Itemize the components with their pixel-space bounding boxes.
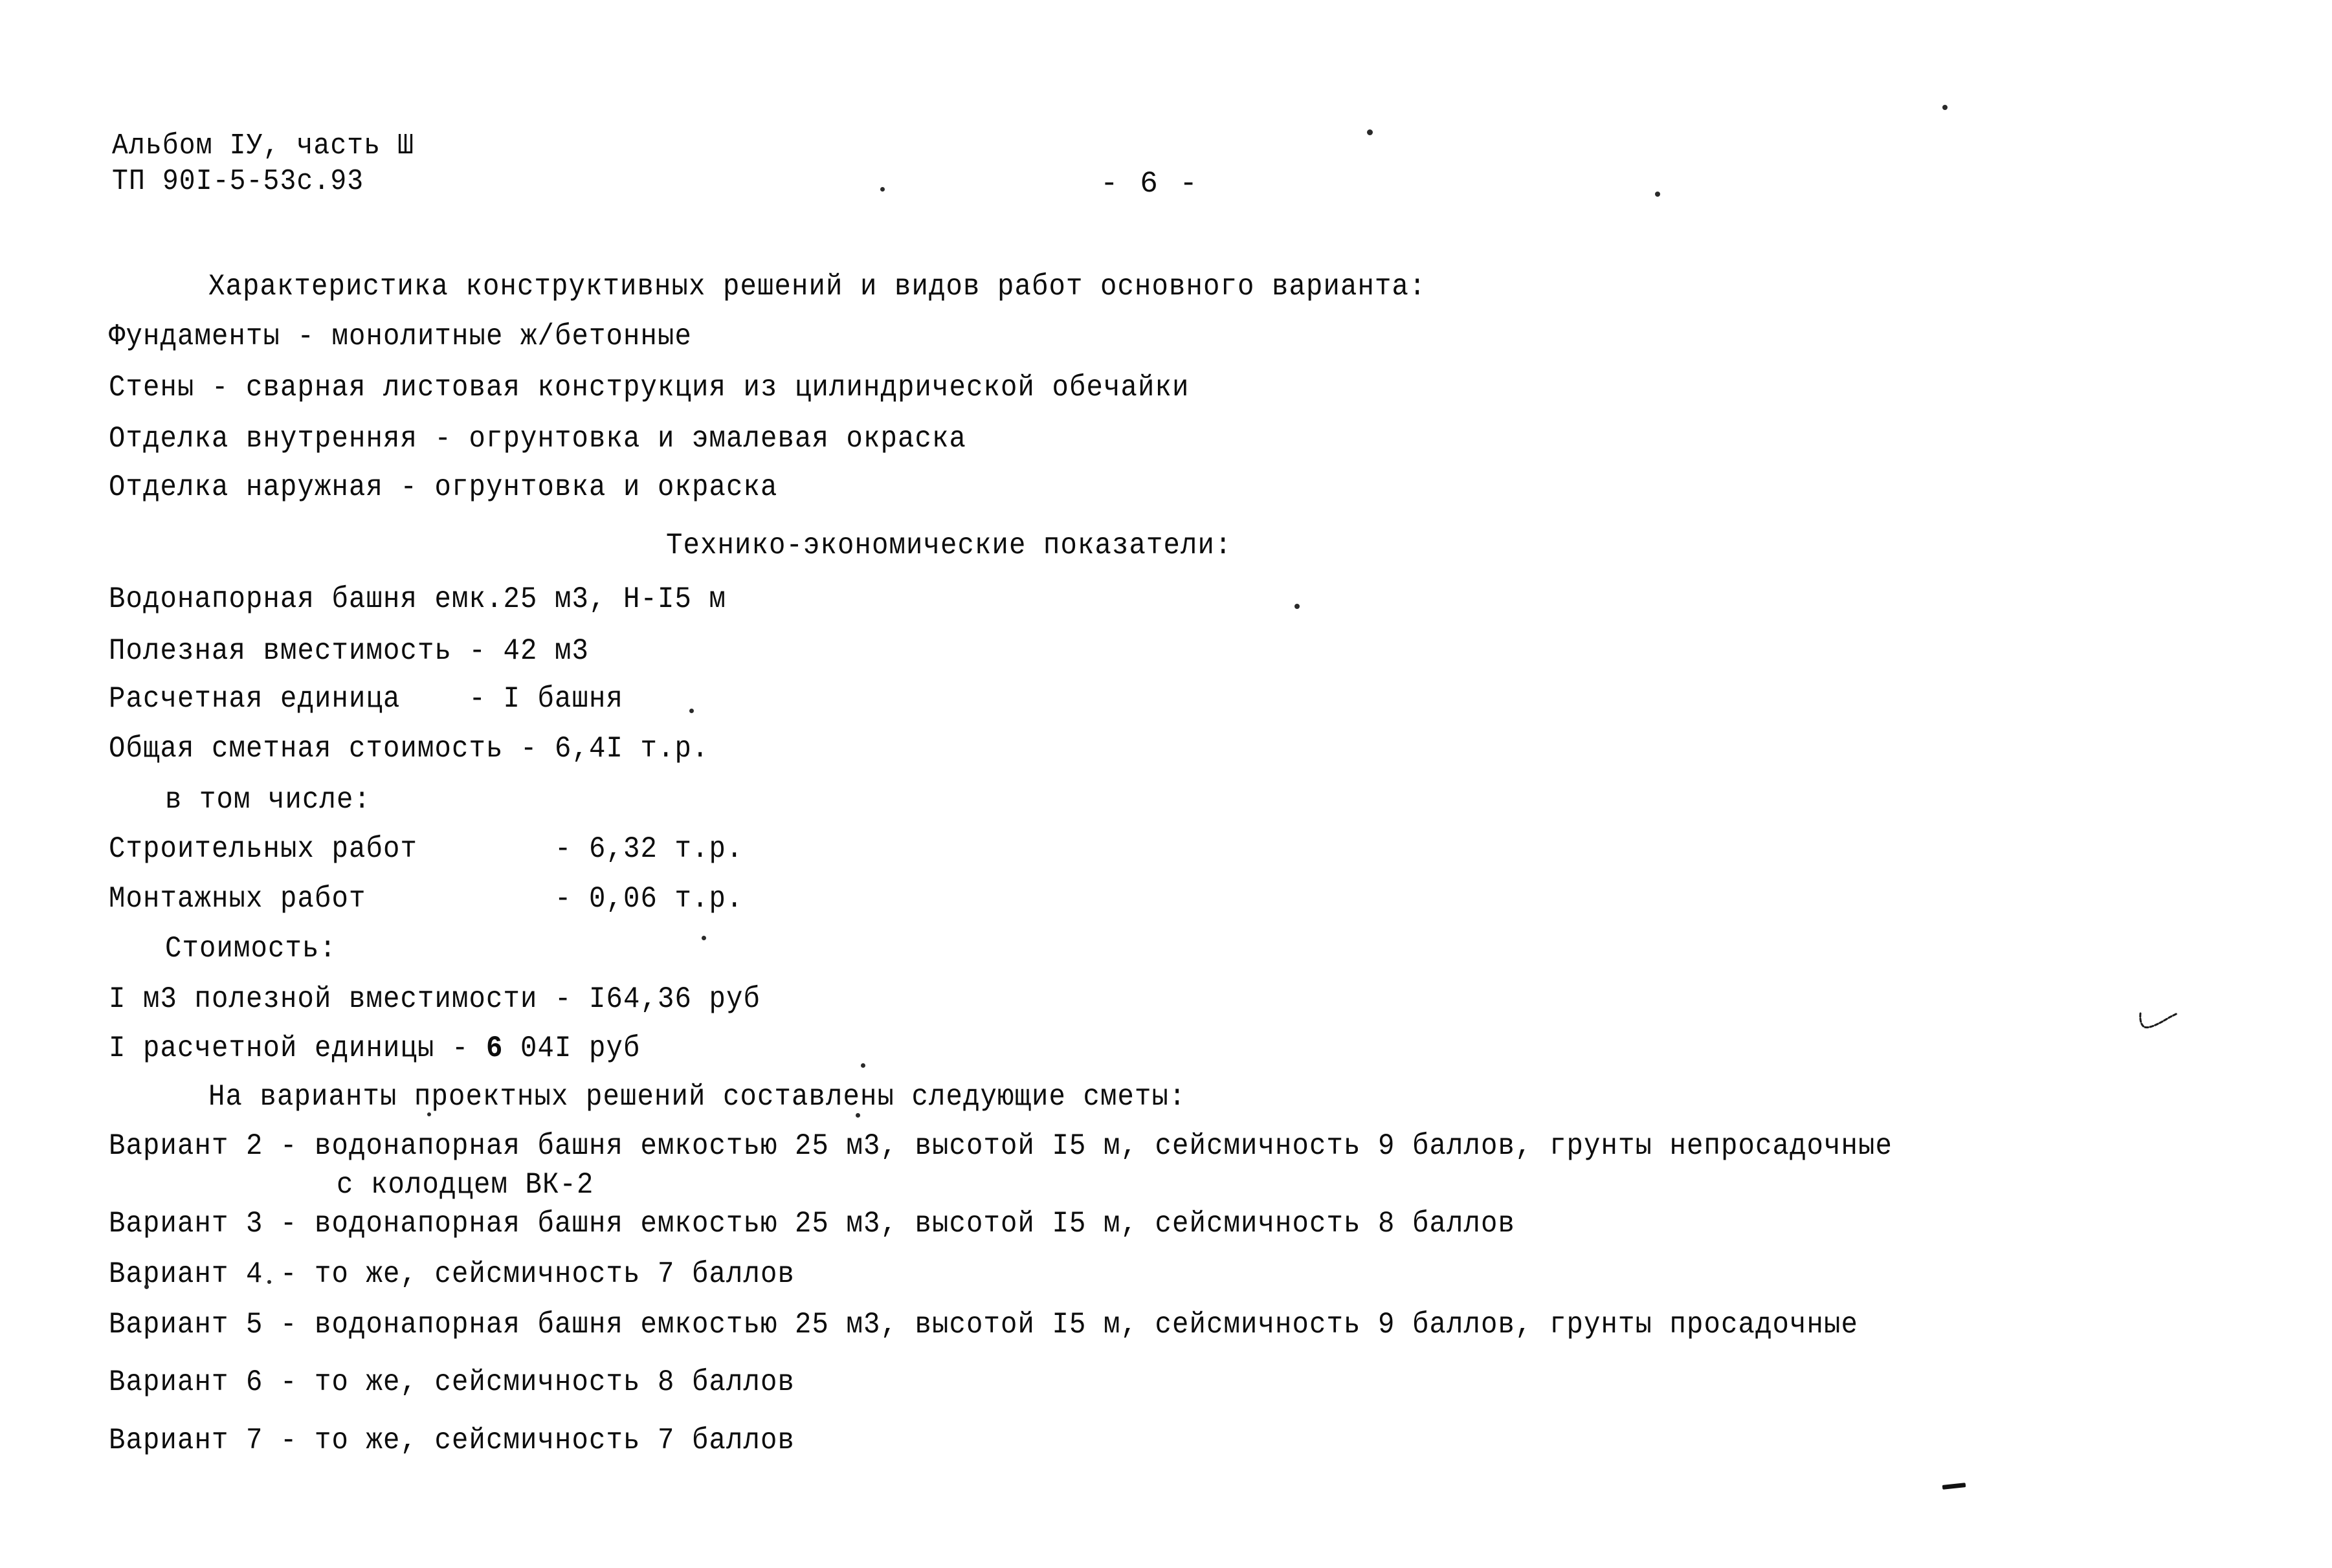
variant-line: Вариант 7 - то же, сейсмичность 7 баллов <box>109 1424 795 1457</box>
variant-line: Вариант 2 - водонапорная башня емкостью … <box>109 1129 1893 1163</box>
variant-line: Вариант 5 - водонапорная башня емкостью … <box>109 1308 1859 1342</box>
scan-speck <box>267 1280 271 1284</box>
scan-speck <box>1294 604 1300 609</box>
cost-per-unit-bold-digit: 6 <box>486 1032 504 1065</box>
scan-speck <box>689 709 694 713</box>
indicator-line: Общая сметная стоимость - 6,4I т.р. <box>109 732 709 766</box>
variants-heading: На варианты проектных решений составлены… <box>208 1080 1186 1114</box>
scan-speck <box>1942 105 1948 110</box>
scan-speck <box>1367 129 1373 135</box>
handwritten-check-mark <box>2137 1010 2185 1038</box>
characteristic-line: Отделка внутренняя - огрунтовка и эмалев… <box>109 422 967 456</box>
scan-speck <box>1655 192 1660 197</box>
scan-speck <box>856 1113 860 1118</box>
indicator-line: Расчетная единица - I башня <box>109 682 624 716</box>
scan-speck <box>427 1112 431 1116</box>
characteristics-heading: Характеристика конструктивных решений и … <box>208 270 1427 304</box>
scan-speck <box>702 936 706 940</box>
cost-per-unit-line: I расчетной единицы - 6 04I руб <box>109 1033 641 1063</box>
indicator-line: Полезная вместимость - 42 м3 <box>109 634 590 668</box>
characteristic-line: Отделка наружная - огрунтовка и окраска <box>109 470 778 504</box>
scan-speck <box>880 187 885 192</box>
cost-per-unit-suffix: 04I руб <box>503 1032 641 1065</box>
cost-label: Стоимость: <box>165 932 337 966</box>
characteristic-line: Фундаменты - монолитные ж/бетонные <box>109 320 693 353</box>
including-line: Строительных работ - 6,32 т.р. <box>109 832 744 866</box>
scan-dash-artifact <box>1942 1483 1966 1490</box>
variant-line: Вариант 3 - водонапорная башня емкостью … <box>109 1207 1516 1241</box>
cost-per-cubic-meter-line: I м3 полезной вместимости - I64,36 руб <box>109 982 761 1016</box>
scan-speck <box>861 1063 865 1068</box>
variant-line: Вариант 6 - то же, сейсмичность 8 баллов <box>109 1365 795 1399</box>
album-part-line: Альбом IУ, часть Ш <box>112 129 415 162</box>
indicator-line: Водонапорная башня емк.25 м3, Н-I5 м <box>109 582 727 616</box>
characteristic-line: Стены - сварная листовая конструкция из … <box>109 371 1190 404</box>
scan-speck <box>144 1285 149 1289</box>
variant-continuation-line: с колодцем ВК-2 <box>337 1168 594 1202</box>
variant-line: Вариант 4 - то же, сейсмичность 7 баллов <box>109 1257 795 1291</box>
indicators-heading: Технико-экономические показатели: <box>666 529 1232 562</box>
page-number: - 6 - <box>1100 167 1200 201</box>
including-line: Монтажных работ - 0,06 т.р. <box>109 882 744 916</box>
scanned-document-page: Альбом IУ, часть Ш ТП 90I-5-53с.93 - 6 -… <box>0 0 2332 1568</box>
document-code-line: ТП 90I-5-53с.93 <box>112 165 364 198</box>
cost-per-unit-prefix: I расчетной единицы - <box>109 1032 487 1065</box>
including-label: в том числе: <box>165 783 372 817</box>
